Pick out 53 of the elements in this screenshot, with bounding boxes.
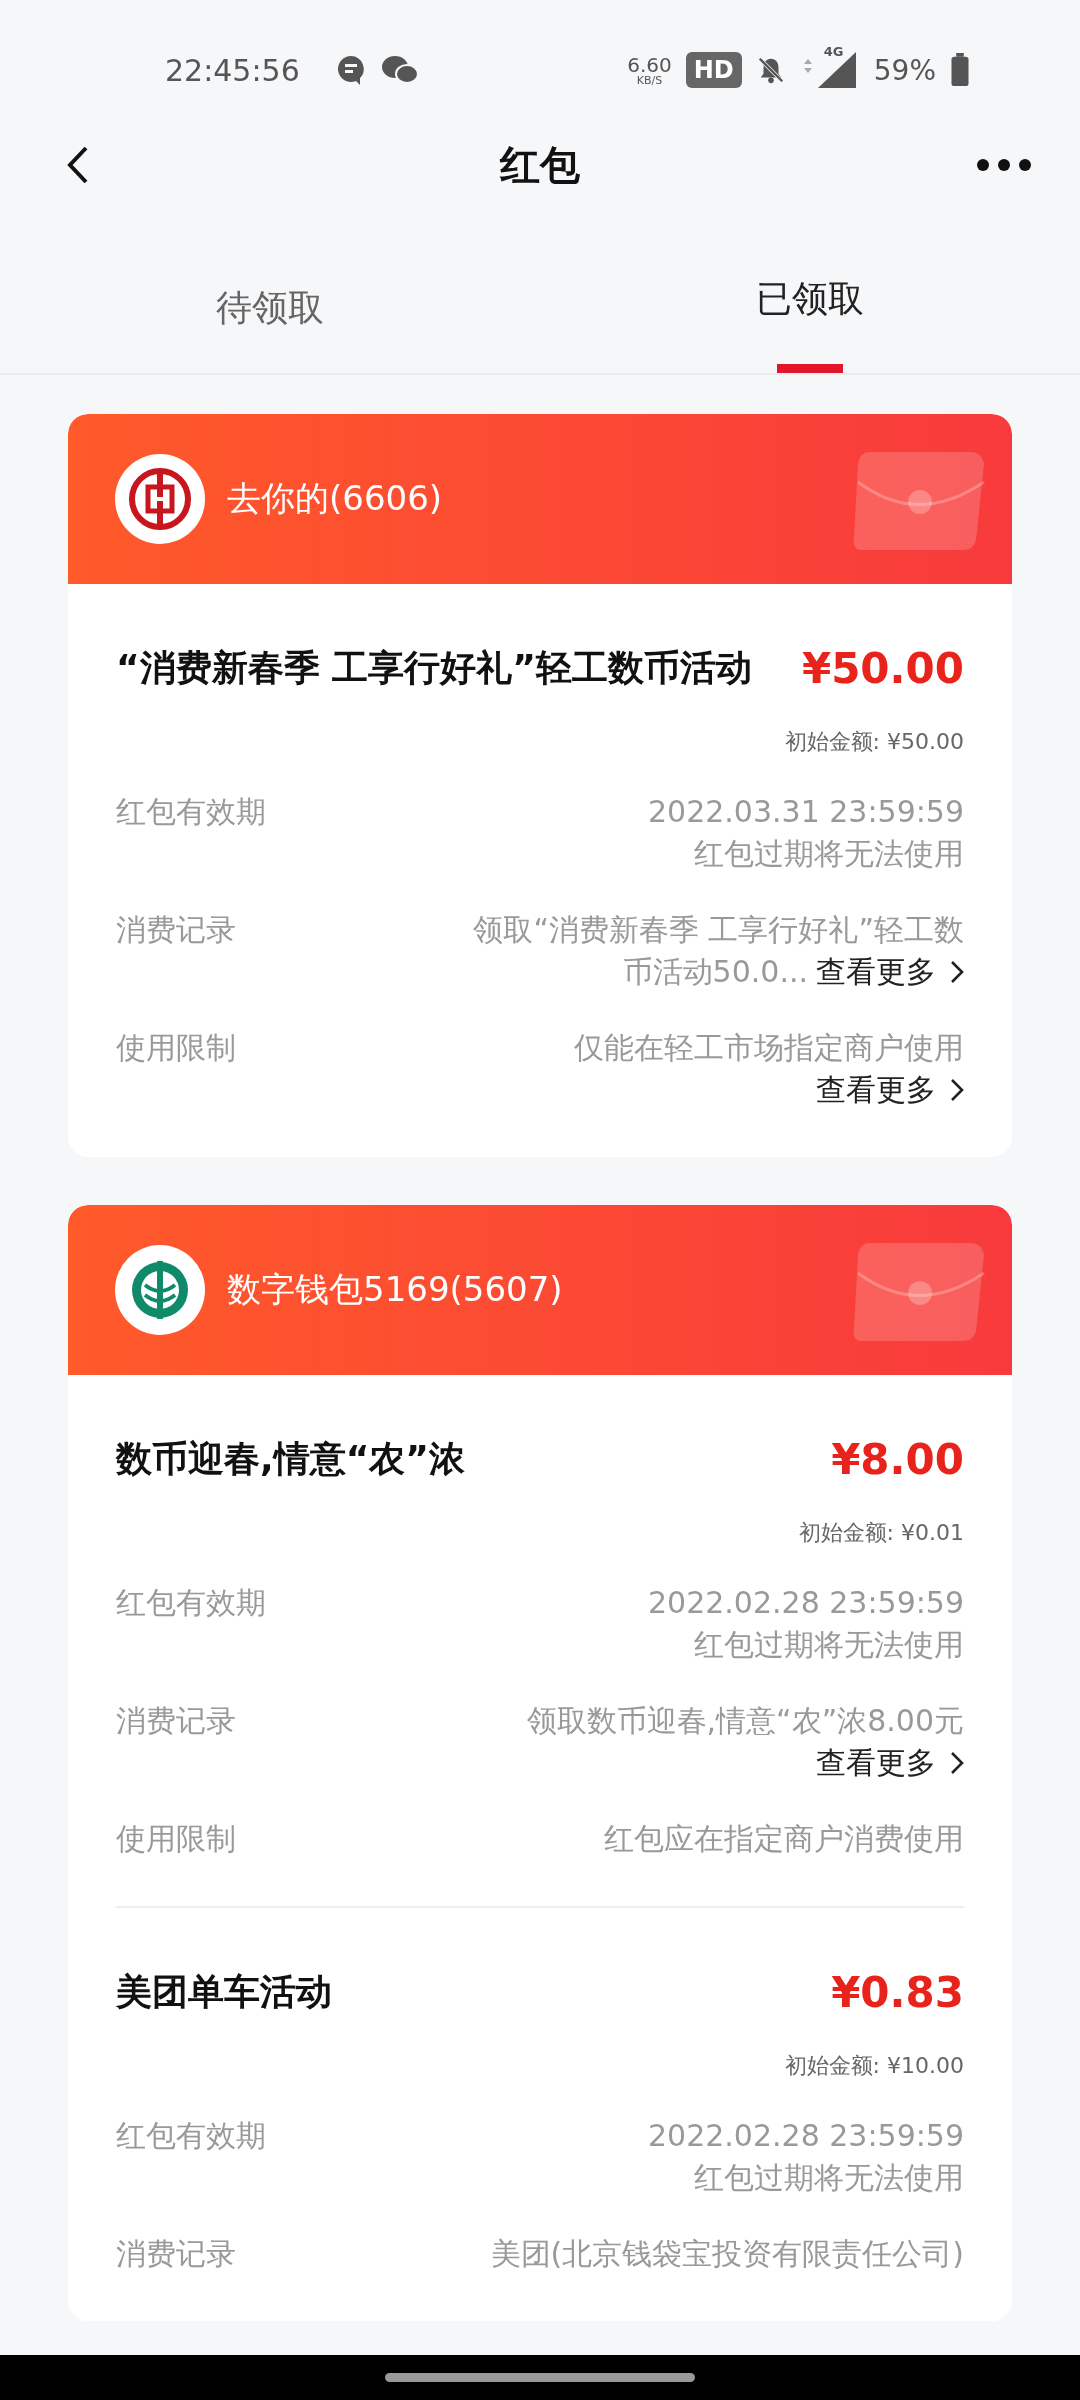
account-name: 去你的(6606) [227, 477, 443, 520]
detail-label: 使用限制 [116, 1820, 236, 1858]
packet-title: “消费新春季 工享行好礼”轻工数币活动 [116, 646, 752, 690]
tab[interactable]: 已领取 [756, 275, 864, 324]
page-title: 红包 [500, 140, 580, 190]
see-more-link[interactable]: 查看更多 [816, 1069, 964, 1111]
more-icon[interactable] [976, 158, 1032, 172]
network-type: 4G [823, 44, 844, 59]
detail-label: 红包有效期 [116, 1584, 266, 1622]
detail-value: 2022.02.28 23:59:59 [647, 1584, 964, 1622]
detail-value: 红包过期将无法使用 [694, 835, 964, 873]
packet-amount: ¥0.83 [831, 1968, 964, 2017]
initial-amount: 初始金额: ¥0.01 [797, 1519, 964, 1547]
speed-unit: KB/S [636, 74, 663, 86]
detail-value: 领取数币迎春,情意“农”浓8.00元 [526, 1702, 964, 1740]
packet-amount: ¥50.00 [801, 644, 964, 693]
tab-indicator [777, 364, 843, 373]
detail-value: 币活动50.0... [622, 953, 808, 991]
detail-label: 消费记录 [116, 1702, 236, 1740]
chevron-icon [950, 960, 964, 984]
battery-icon [950, 53, 970, 87]
detail-value: 红包过期将无法使用 [694, 1626, 964, 1664]
bank-logo-icon [115, 1245, 205, 1335]
bank-logo-icon [115, 454, 205, 544]
network-speed: 6.60 [627, 54, 672, 75]
detail-value: 仅能在轻工市场指定商户使用 [574, 1029, 964, 1067]
initial-amount: 初始金额: ¥10.00 [783, 2052, 964, 2080]
detail-label: 使用限制 [116, 1029, 236, 1067]
packet-amount: ¥8.00 [831, 1435, 964, 1484]
detail-value: 美团(北京钱袋宝投资有限责任公司) [490, 2235, 964, 2273]
initial-amount: 初始金额: ¥50.00 [783, 728, 964, 756]
tab[interactable]: 待领取 [216, 284, 324, 333]
packet-title: 美团单车活动 [116, 1970, 332, 2014]
message-icon [335, 54, 366, 86]
account-name: 数字钱包5169(5607) [227, 1268, 563, 1311]
detail-label: 消费记录 [116, 911, 236, 949]
chevron-icon [950, 1751, 964, 1775]
battery-level: 59% [873, 53, 936, 87]
detail-value: 领取“消费新春季 工享行好礼”轻工数 [473, 911, 964, 949]
status-time: 22:45:56 [165, 52, 300, 88]
home-handle[interactable] [385, 2373, 695, 2382]
detail-value: 2022.02.28 23:59:59 [647, 2117, 964, 2155]
detail-value: 2022.03.31 23:59:59 [647, 793, 964, 831]
detail-label: 红包有效期 [116, 793, 266, 831]
detail-label: 红包有效期 [116, 2117, 266, 2155]
detail-label: 消费记录 [116, 2235, 236, 2273]
detail-value: 红包应在指定商户消费使用 [604, 1820, 964, 1858]
chevron-icon [950, 1078, 964, 1102]
see-more-link[interactable]: 查看更多 [816, 1742, 964, 1784]
see-more-link[interactable]: 查看更多 [816, 951, 964, 993]
hd-badge: HD [685, 52, 742, 88]
detail-value: 红包过期将无法使用 [694, 2159, 964, 2197]
packet-title: 数币迎春,情意“农”浓 [116, 1437, 465, 1481]
